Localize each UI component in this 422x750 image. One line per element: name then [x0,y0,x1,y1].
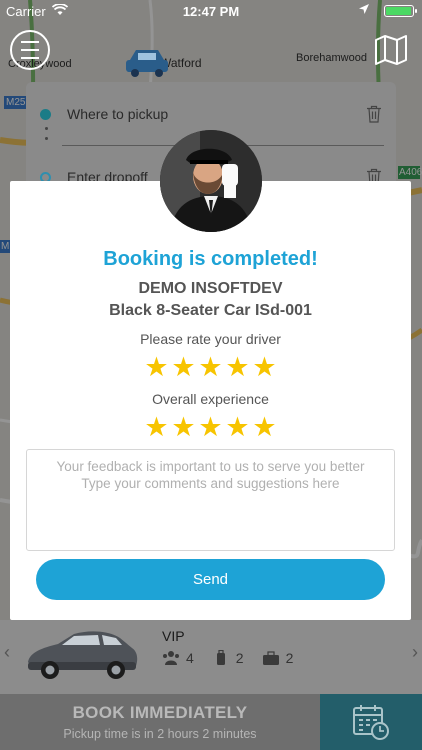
rate-driver-label: Please rate your driver [140,331,281,347]
experience-rating: ★ ★ ★ ★ ★ [10,414,411,441]
status-bar: Carrier 12:47 PM [0,0,422,22]
star-icon[interactable]: ★ [144,414,169,441]
star-icon[interactable]: ★ [198,414,223,441]
star-icon[interactable]: ★ [225,354,250,381]
menu-line [21,57,39,59]
book-immediately-button[interactable]: BOOK IMMEDIATELY Pickup time is in 2 hou… [0,694,320,750]
experience-label: Overall experience [152,391,269,407]
chevron-right-icon[interactable]: › [412,642,418,663]
book-title: BOOK IMMEDIATELY [72,703,248,722]
bag-icon [262,651,279,665]
trash-icon[interactable] [366,105,382,123]
star-icon[interactable]: ★ [225,414,250,441]
feedback-input[interactable] [26,449,395,551]
dialog-title: Booking is completed! [103,248,318,270]
pickup-time-text: Pickup time is in 2 hours 2 minutes [63,727,257,741]
battery-level [386,7,411,15]
menu-line [21,41,39,43]
passengers-icon [163,651,179,665]
calendar-clock-icon [353,705,389,740]
vehicle-name: Black 8-Seater Car ISd-001 [109,302,312,319]
chevron-left-icon[interactable]: ‹ [4,642,10,663]
location-arrow-icon [358,3,370,18]
vehicle-class-name: VIP [162,628,185,644]
pickup-input[interactable]: Where to pickup [67,106,366,122]
vehicle-capacity: 4 2 2 [162,650,305,666]
schedule-button[interactable] [320,694,422,750]
car-marker-icon [126,50,168,77]
send-button[interactable]: Send [36,559,385,600]
star-icon[interactable]: ★ [171,414,196,441]
rating-dialog: Booking is completed! DEMO INSOFTDEV Bla… [10,181,411,620]
suitcases-count: 2 [235,650,244,666]
route-connector [45,127,48,147]
passengers-count: 4 [186,650,194,666]
pickup-dot [40,108,51,120]
car-image [28,631,138,679]
menu-button[interactable] [10,30,50,70]
pickup-row[interactable]: Where to pickup [40,99,382,129]
map-view-icon[interactable] [374,34,408,66]
star-icon[interactable]: ★ [144,354,169,381]
driver-rating: ★ ★ ★ ★ ★ [10,354,411,381]
driver-avatar [160,130,262,232]
menu-line [21,49,39,51]
suitcase-icon [216,650,225,665]
star-icon[interactable]: ★ [252,414,277,441]
star-icon[interactable]: ★ [171,354,196,381]
star-icon[interactable]: ★ [198,354,223,381]
bags-count: 2 [285,650,294,666]
company-name: DEMO INSOFTDEV [138,280,283,297]
vehicle-selector[interactable]: ‹ VIP 4 2 2 › [0,620,422,694]
star-icon[interactable]: ★ [252,354,277,381]
battery-icon [384,5,417,17]
